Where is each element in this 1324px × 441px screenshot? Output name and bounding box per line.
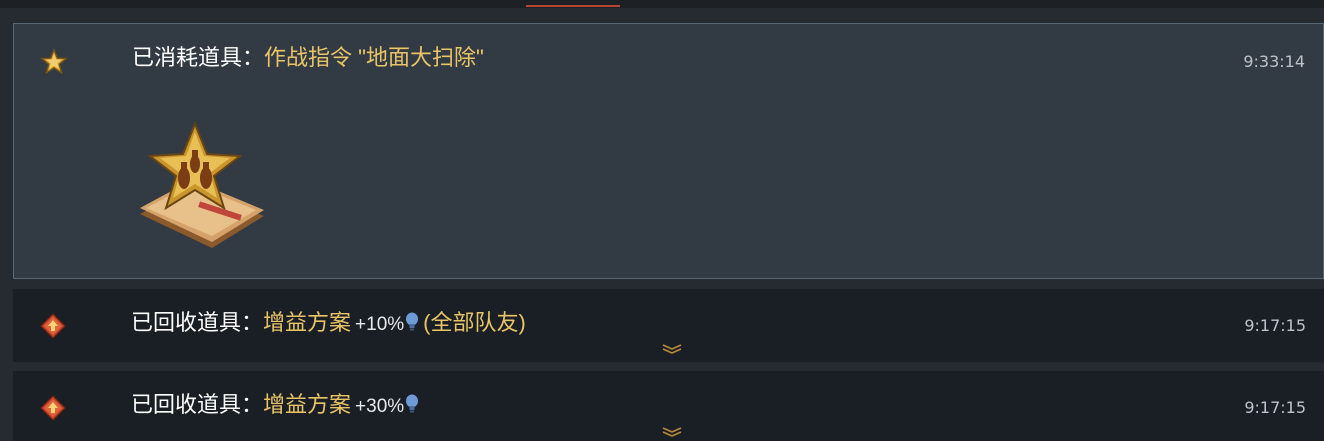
separator: ： bbox=[242, 45, 265, 70]
lightbulb-icon bbox=[406, 312, 419, 331]
ground-sweep-order-icon bbox=[140, 121, 264, 248]
log-entry[interactable]: 已回收道具：增益方案 +10% (全部队友) 9:17:15 bbox=[13, 289, 1324, 362]
orange-diamond-upgrade-icon bbox=[40, 313, 66, 339]
lightbulb-icon bbox=[406, 394, 419, 413]
log-entry[interactable]: 已回收道具：增益方案 +30% 9:17:15 bbox=[13, 371, 1324, 441]
target-scope: (全部队友) bbox=[423, 310, 526, 335]
action-label: 已消耗道具 bbox=[132, 45, 243, 70]
log-message: 已回收道具：增益方案 +30% bbox=[131, 391, 419, 421]
action-label: 已回收道具 bbox=[131, 392, 242, 417]
item-name[interactable]: 增益方案 bbox=[263, 310, 351, 335]
top-tab-bar bbox=[0, 0, 1324, 8]
timestamp: 9:33:14 bbox=[1243, 52, 1305, 71]
log-message: 已消耗道具：作战指令 "地面大扫除" bbox=[132, 44, 484, 72]
timestamp: 9:17:15 bbox=[1244, 398, 1306, 417]
action-label: 已回收道具 bbox=[131, 310, 242, 335]
log-entry-expanded[interactable]: 已消耗道具：作战指令 "地面大扫除" 9:33:14 bbox=[13, 23, 1324, 279]
gold-star-icon bbox=[40, 48, 68, 75]
separator: ： bbox=[241, 310, 264, 335]
bonus-amount: +30% bbox=[355, 396, 405, 417]
orange-diamond-upgrade-icon bbox=[40, 395, 66, 421]
expand-chevron-icon[interactable] bbox=[661, 426, 683, 438]
active-tab-indicator bbox=[526, 5, 620, 7]
timestamp: 9:17:15 bbox=[1244, 316, 1306, 335]
log-message: 已回收道具：增益方案 +10% (全部队友) bbox=[131, 309, 526, 339]
bonus-amount: +10% bbox=[355, 314, 405, 335]
separator: ： bbox=[241, 392, 264, 417]
item-name[interactable]: 增益方案 bbox=[263, 392, 351, 417]
expand-chevron-icon[interactable] bbox=[661, 343, 683, 355]
item-name[interactable]: 作战指令 "地面大扫除" bbox=[264, 45, 484, 70]
